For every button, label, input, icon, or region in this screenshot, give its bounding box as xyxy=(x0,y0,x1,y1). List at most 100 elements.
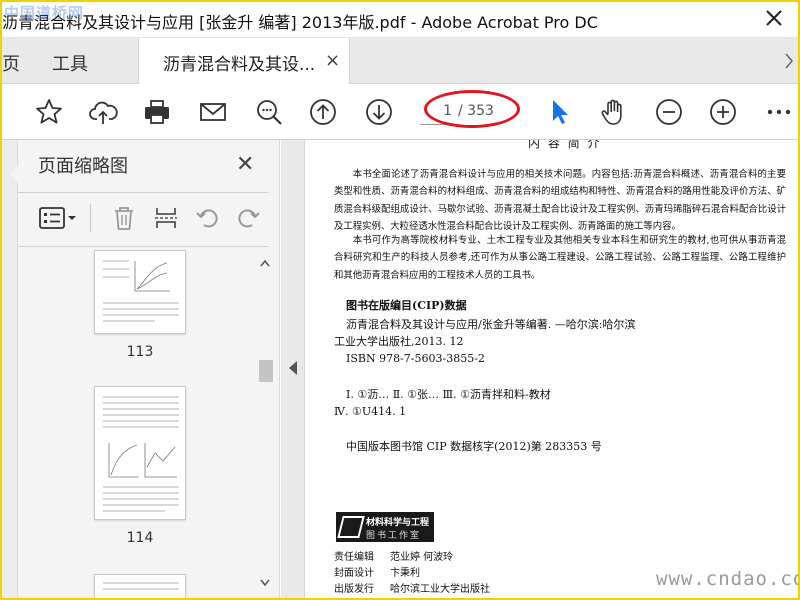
logo-text: 图书工作室 xyxy=(366,531,422,541)
credit-key: 封面设计 xyxy=(334,568,374,579)
panel-pointer xyxy=(10,166,18,182)
cip-classification: Ⅰ. ①沥… Ⅱ. ①张… Ⅲ. ①沥青拌和料-教材 xyxy=(346,388,551,401)
panel-close-button[interactable]: ✕ xyxy=(236,152,254,177)
tab-document[interactable]: 沥青混合料及其设... × xyxy=(138,38,350,84)
window-close-button[interactable] xyxy=(762,6,786,30)
hand-icon xyxy=(601,99,622,125)
cip-line: 沥青混合料及其设计与应用/张金升等编著. —哈尔滨:哈尔滨 xyxy=(346,318,636,331)
arrow-up-circle-icon xyxy=(310,99,336,125)
tab-home[interactable]: 页 xyxy=(2,50,20,76)
logo-mark xyxy=(337,516,365,538)
document-tab-label: 沥青混合料及其设... xyxy=(163,55,316,75)
zoom-in-button[interactable] xyxy=(706,95,740,129)
upload-button[interactable] xyxy=(86,95,120,129)
chevron-up-icon xyxy=(260,259,270,267)
document-view[interactable]: 内 容 简 介 本书全面论述了沥青混合料设计与应用的相关技术问题。内容包括:沥青… xyxy=(306,140,800,600)
publisher-logo: 材料科学与工程 图书工作室 xyxy=(336,512,434,542)
credit-key: 责任编辑 xyxy=(334,552,374,563)
logo-text: 材料科学与工程 xyxy=(366,518,430,528)
extract-icon xyxy=(155,208,177,228)
delete-pages-button[interactable] xyxy=(110,202,138,234)
next-page-button[interactable] xyxy=(362,95,396,129)
paragraph-summary: 本书全面论述了沥青混合料设计与应用的相关技术问题。内容包括:沥青混合料概述、沥青… xyxy=(334,169,786,232)
credit-value: 卞秉利 xyxy=(390,568,420,579)
credit-key: 出版发行 xyxy=(334,584,374,595)
page-thumbnail[interactable] xyxy=(94,386,186,520)
cloud-upload-icon xyxy=(89,101,118,124)
scrollbar-thumb[interactable] xyxy=(259,360,273,382)
credit-line: 出版发行 哈尔滨工业大学出版社 xyxy=(334,582,490,598)
tab-tools[interactable]: 工具 xyxy=(52,50,88,76)
thumbnail-scrollbar[interactable] xyxy=(256,250,274,600)
section-heading: 内 容 简 介 xyxy=(528,140,602,150)
zoom-out-button[interactable] xyxy=(652,95,686,129)
plus-circle-icon xyxy=(710,99,736,125)
cip-number: 中国版本图书馆 CIP 数据核字(2012)第 283353 号 xyxy=(346,440,602,453)
scroll-up-arrow[interactable] xyxy=(260,256,270,267)
tab-scroll-right-button[interactable] xyxy=(784,52,794,70)
rotate-right-button[interactable] xyxy=(234,202,262,234)
options-menu-icon xyxy=(39,207,76,229)
printer-icon xyxy=(145,100,169,124)
thumbnail-page-image xyxy=(103,582,179,590)
watermark-bottom: www.cndao.com xyxy=(656,568,800,590)
zoom-search-button[interactable] xyxy=(252,95,286,129)
trash-icon xyxy=(115,207,133,230)
envelope-icon xyxy=(200,103,226,121)
page-thumbnail[interactable] xyxy=(94,250,186,334)
scroll-down-arrow[interactable] xyxy=(260,576,270,587)
cursor-arrow-icon xyxy=(553,100,568,124)
email-button[interactable] xyxy=(196,95,230,129)
thumbnail-page-image xyxy=(103,260,179,322)
thumbnail-options-button[interactable] xyxy=(38,202,78,234)
navigation-strip xyxy=(0,140,18,600)
minus-circle-icon xyxy=(656,99,682,125)
rotate-left-button[interactable] xyxy=(194,202,222,234)
panel-title: 页面缩略图 xyxy=(38,156,128,177)
star-icon xyxy=(36,99,62,124)
collapse-arrow-icon xyxy=(289,361,297,375)
print-button[interactable] xyxy=(140,95,174,129)
rotate-ccw-icon xyxy=(196,209,218,228)
more-dots-icon xyxy=(767,109,791,115)
cip-isbn: ISBN 978-7-5603-3855-2 xyxy=(346,352,485,365)
window-title: 沥青混合料及其设计与应用 [张金升 编著] 2013年版.pdf - Adobe… xyxy=(2,13,598,32)
thumbnail-page-number: 113 xyxy=(126,344,154,360)
tab-bar: 页 工具 沥青混合料及其设... × xyxy=(0,38,800,84)
watermark-top: 中国道桥网 xyxy=(4,4,85,22)
thumbnail-page-image xyxy=(103,396,179,512)
cip-classification: Ⅳ. ①U414. 1 xyxy=(334,405,407,418)
page-number-input[interactable]: 1 xyxy=(420,99,454,125)
divider xyxy=(18,246,268,247)
chevron-right-icon xyxy=(785,53,793,69)
toolbar-separator xyxy=(90,204,91,232)
cip-line: 工业大学出版社,2013. 12 xyxy=(334,335,464,348)
panel-collapse-button[interactable] xyxy=(281,140,305,600)
cip-title: 图书在版编目(CIP)数据 xyxy=(346,299,467,312)
page-total: / 353 xyxy=(458,103,494,119)
credit-line: 责任编辑 范业婷 何波玲 xyxy=(334,550,453,566)
credit-value: 哈尔滨工业大学出版社 xyxy=(390,584,490,595)
bookmark-button[interactable] xyxy=(32,95,66,129)
thumbnails-panel: 页面缩略图 ✕ 113 114 xyxy=(18,140,280,600)
title-bar: 沥青混合料及其设计与应用 [张金升 编著] 2013年版.pdf - Adobe… xyxy=(0,0,800,38)
paragraph-audience: 本书可作为高等院校材料专业、土木工程专业及其他相关专业本科生和研究生的教材,也可… xyxy=(334,235,786,281)
extract-pages-button[interactable] xyxy=(152,202,180,234)
magnifier-icon xyxy=(257,100,282,125)
credit-line: 封面设计 卞秉利 xyxy=(334,566,420,582)
hand-tool-button[interactable] xyxy=(596,95,630,129)
select-tool-button[interactable] xyxy=(542,95,576,129)
thumbnail-page-number: 114 xyxy=(126,530,154,546)
divider xyxy=(18,192,268,193)
thumbnail-list: 113 114 xyxy=(18,250,254,600)
rotate-cw-icon xyxy=(238,209,260,228)
previous-page-button[interactable] xyxy=(306,95,340,129)
more-tools-button[interactable] xyxy=(762,95,796,129)
page-thumbnail[interactable] xyxy=(94,574,186,600)
chevron-down-icon xyxy=(260,579,270,587)
close-icon xyxy=(766,10,782,26)
close-tab-button[interactable]: × xyxy=(325,50,340,71)
credit-value: 范业婷 何波玲 xyxy=(390,552,454,563)
toolbar: 1 / 353 xyxy=(0,84,800,140)
arrow-down-circle-icon xyxy=(366,99,392,125)
